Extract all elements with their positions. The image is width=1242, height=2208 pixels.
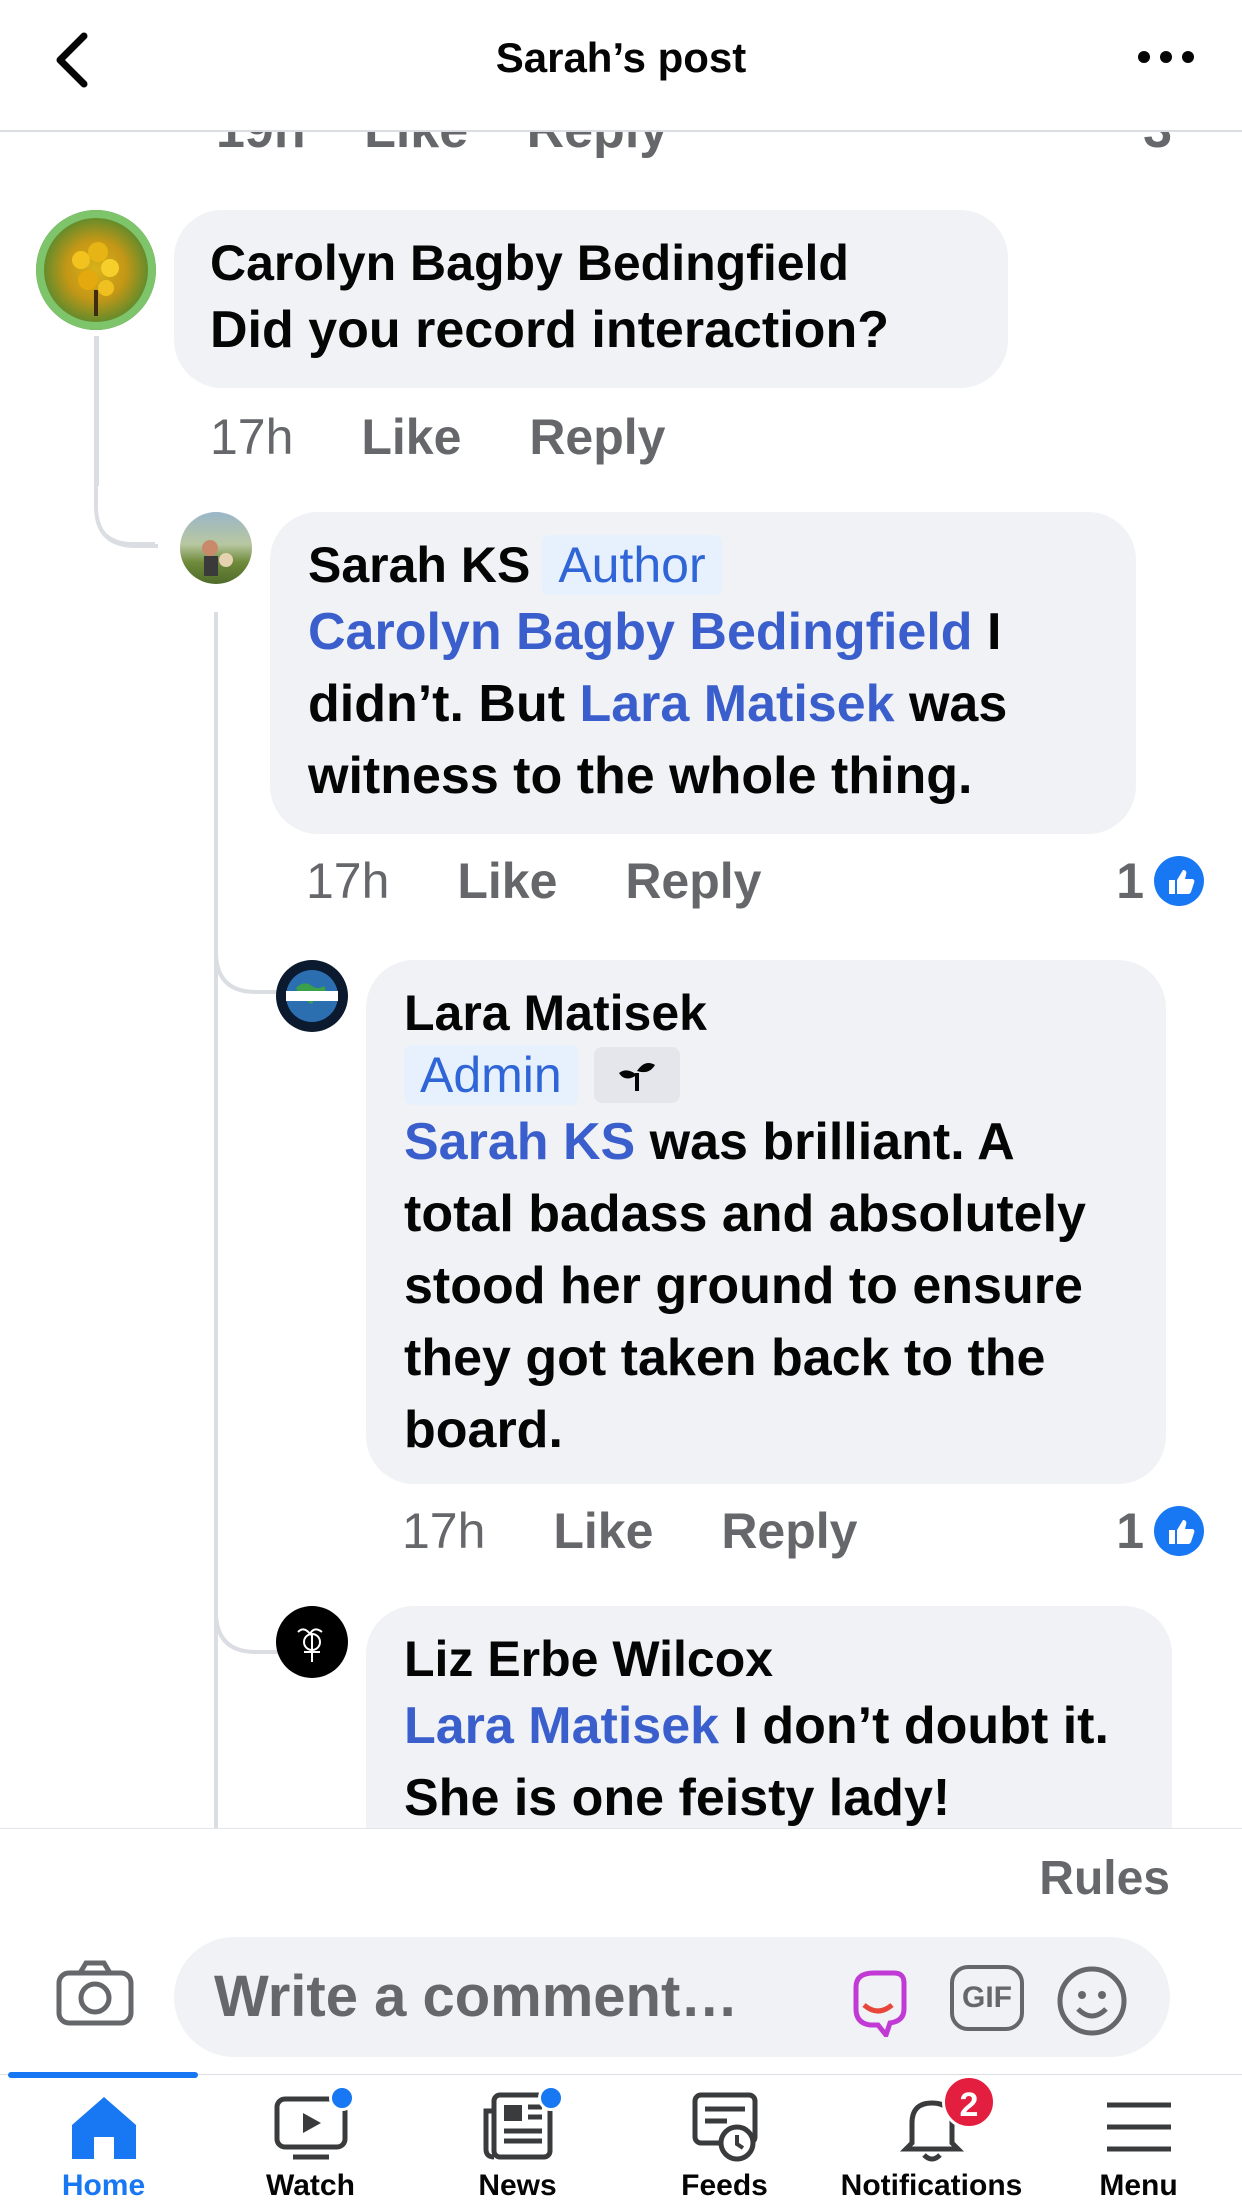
camera-icon[interactable] — [56, 1959, 134, 2027]
tab-menu[interactable]: Menu — [1035, 2075, 1242, 2208]
avatar[interactable] — [36, 210, 156, 330]
notification-count-badge: 2 — [942, 2075, 996, 2129]
home-icon — [71, 2097, 136, 2159]
tab-label: Notifications — [840, 2169, 1023, 2202]
like-action[interactable]: Like — [361, 409, 461, 465]
rules-link[interactable]: Rules — [1039, 1851, 1170, 1906]
mention-link[interactable]: Sarah KS — [404, 1113, 635, 1171]
gif-label: GIF — [962, 1981, 1012, 2014]
comment-bubble[interactable]: Lara Matisek Admin Sarah KS was brillian… — [366, 960, 1166, 1484]
comment-bubble[interactable]: Sarah KS Author Carolyn Bagby Bedingfield… — [270, 512, 1136, 834]
like-reaction-icon — [1154, 1506, 1204, 1556]
commenter-name[interactable]: Lara Matisek — [404, 982, 1128, 1044]
comment-meta: 17h Like Reply — [402, 1502, 911, 1560]
comment-text: Sarah KS was brilliant. A total badass a… — [404, 1113, 1086, 1459]
badge-row: Admin — [404, 1044, 1128, 1106]
tab-news[interactable]: News — [414, 2075, 621, 2208]
tab-watch[interactable]: Watch — [207, 2075, 414, 2208]
avatar[interactable] — [276, 960, 348, 1032]
person-avatar-image — [202, 540, 233, 576]
new-content-dot — [538, 2085, 564, 2111]
comment-text: Did you record interaction? — [210, 301, 889, 359]
more-options-icon[interactable] — [1134, 42, 1198, 72]
new-content-dot — [329, 2085, 355, 2111]
tab-label: News — [478, 2169, 557, 2202]
tab-home[interactable]: Home — [0, 2075, 207, 2208]
mention-link[interactable]: Carolyn Bagby Bedingfield — [308, 603, 973, 661]
like-action[interactable]: Like — [457, 853, 557, 909]
comment-bubble[interactable]: Liz Erbe Wilcox Lara Matisek I don’t dou… — [366, 1606, 1172, 1828]
tab-label: Home — [61, 2169, 146, 2202]
tab-label: Feeds — [681, 2169, 768, 2202]
tab-notifications[interactable]: 2 Notifications — [828, 2075, 1035, 2208]
top-bar: Sarah’s post — [0, 0, 1242, 132]
tab-feeds[interactable]: Feeds — [621, 2075, 828, 2208]
comment-meta: 17h Like Reply — [306, 852, 815, 910]
flower-avatar-image — [36, 210, 156, 330]
avatar-sticker-icon[interactable] — [842, 1965, 914, 2037]
reply-action[interactable]: Reply — [529, 409, 665, 465]
symbol-avatar-image — [297, 1628, 323, 1662]
commenter-name[interactable]: Sarah KS — [308, 537, 530, 593]
comment-time: 17h — [306, 853, 390, 909]
comment-time: 17h — [402, 1503, 486, 1559]
comment-input[interactable]: Write a comment… GIF — [174, 1937, 1170, 2057]
comment-text: Carolyn Bagby Bedingfield I didn’t. But … — [308, 603, 1008, 805]
avatar[interactable] — [180, 512, 252, 584]
reply-action[interactable]: Reply — [721, 1503, 857, 1559]
globe-avatar-image — [286, 970, 338, 1022]
avatar[interactable] — [276, 1606, 348, 1678]
comment-time: 17h — [210, 409, 294, 465]
feeds-icon — [692, 2092, 757, 2162]
mention-link[interactable]: Lara Matisek — [579, 675, 894, 733]
emoji-icon[interactable] — [1056, 1965, 1128, 2037]
like-reaction-icon — [1154, 856, 1204, 906]
comment-bubble[interactable]: Carolyn Bagby Bedingfield Did you record… — [174, 210, 1008, 388]
reaction-count[interactable]: 1 — [1116, 1502, 1204, 1560]
comment-meta: 17h Like Reply — [210, 408, 719, 466]
comment-text: Lara Matisek I don’t doubt it. She is on… — [404, 1697, 1109, 1827]
reaction-count[interactable]: 1 — [1116, 852, 1204, 910]
bottom-tab-bar: Home Watch News Feeds 2 Notifications Me… — [0, 2072, 1242, 2208]
thread-connector — [94, 336, 158, 548]
page-title: Sarah’s post — [495, 34, 747, 81]
comment-placeholder: Write a comment… — [214, 1964, 739, 2029]
author-badge: Author — [542, 535, 722, 595]
admin-badge: Admin — [404, 1045, 578, 1105]
menu-icon — [1106, 2102, 1171, 2152]
comment-header: Sarah KS Author — [308, 534, 1098, 596]
tab-label: Watch — [266, 2169, 355, 2202]
commenter-name[interactable]: Carolyn Bagby Bedingfield — [210, 232, 972, 294]
tab-label: Menu — [1099, 2169, 1178, 2202]
gif-button[interactable]: GIF — [950, 1965, 1024, 2031]
reply-action[interactable]: Reply — [625, 853, 761, 909]
like-action[interactable]: Like — [553, 1503, 653, 1559]
comments-feed: 19h Like Reply 3 Carolyn Bagby Bedingfie… — [0, 0, 1242, 1828]
sprout-icon — [593, 1047, 680, 1103]
mention-link[interactable]: Lara Matisek — [404, 1697, 719, 1755]
commenter-name[interactable]: Liz Erbe Wilcox — [404, 1628, 1134, 1690]
comment-composer: Rules Write a comment… GIF — [0, 1828, 1242, 2078]
